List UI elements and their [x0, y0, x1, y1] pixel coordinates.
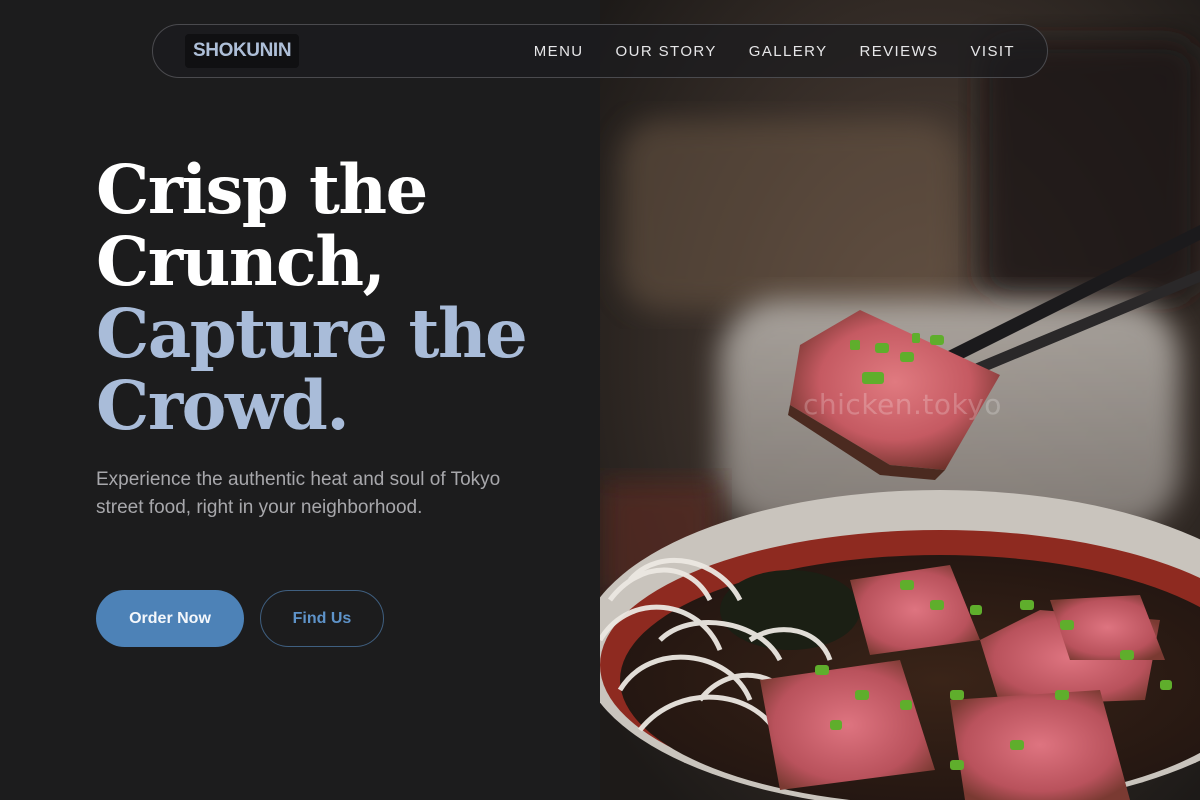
headline-line-4: Crowd.	[96, 366, 350, 445]
nav-link-gallery[interactable]: GALLERY	[749, 43, 828, 60]
hero-headline: Crisp the Crunch, Capture the Crowd.	[96, 150, 528, 445]
brand-logo[interactable]: SHOKUNIN	[185, 34, 300, 68]
nav-link-reviews[interactable]: REVIEWS	[860, 43, 939, 60]
order-now-button[interactable]: Order Now	[96, 590, 244, 647]
hero-photo: chicken.tokyo	[600, 0, 1200, 800]
headline-line-2: Crunch,	[96, 222, 386, 301]
top-navigation: SHOKUNIN MENU OUR STORY GALLERY REVIEWS …	[152, 24, 1048, 78]
nav-link-our-story[interactable]: OUR STORY	[616, 43, 717, 60]
hero-subtitle: Experience the authentic heat and soul o…	[96, 469, 501, 518]
find-us-button[interactable]: Find Us	[260, 590, 384, 647]
headline-line-3: Capture the	[96, 294, 528, 373]
photo-watermark: chicken.tokyo	[803, 388, 1002, 421]
nav-links: MENU OUR STORY GALLERY REVIEWS VISIT	[534, 43, 1015, 60]
nav-link-menu[interactable]: MENU	[534, 43, 584, 60]
headline-line-1: Crisp the	[96, 150, 428, 229]
nav-link-visit[interactable]: VISIT	[970, 43, 1015, 60]
